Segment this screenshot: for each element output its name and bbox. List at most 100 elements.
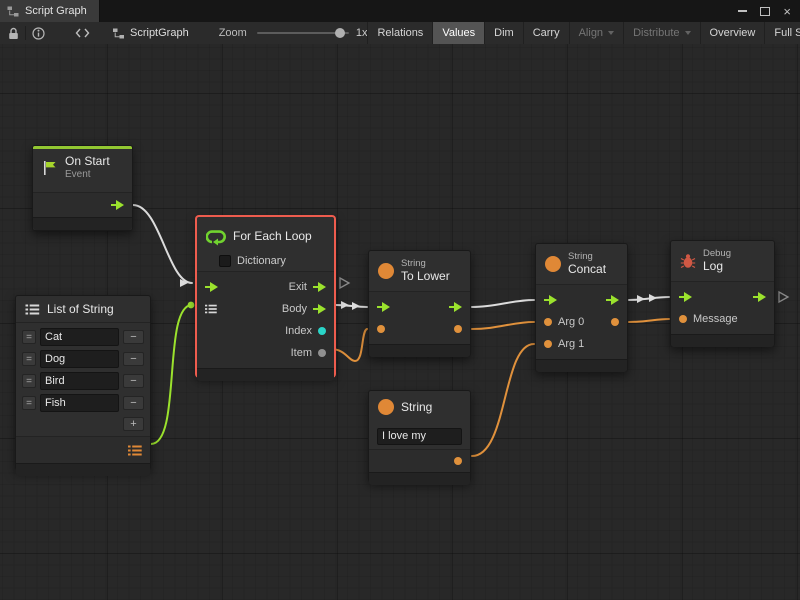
node-title: String: [401, 400, 432, 414]
list-items: = − = − = − = − +: [16, 322, 150, 436]
node-title: List of String: [47, 302, 114, 316]
node-title: Concat: [568, 263, 606, 277]
remove-item-button[interactable]: −: [123, 352, 144, 366]
add-item-button[interactable]: +: [123, 417, 144, 431]
drag-handle[interactable]: =: [22, 396, 36, 410]
arg1-label: Arg 1: [558, 338, 584, 350]
node-title: On Start: [65, 155, 110, 169]
string-value-input[interactable]: [377, 428, 462, 445]
drag-handle[interactable]: =: [22, 352, 36, 366]
distribute-button[interactable]: Distribute: [623, 22, 699, 44]
graph-icon: [112, 28, 125, 39]
flow-out-port[interactable]: [753, 292, 766, 302]
node-footer: [33, 217, 132, 230]
lock-icon[interactable]: [8, 27, 19, 40]
node-debug-log[interactable]: Debug Log Message: [670, 240, 775, 347]
body-port-label: Body: [282, 303, 307, 315]
node-title: For Each Loop: [233, 229, 312, 243]
zoom-value: 1x: [356, 27, 368, 39]
result-output-port[interactable]: [454, 325, 462, 333]
node-on-start[interactable]: On Start Event: [32, 145, 133, 231]
zoom-slider-handle[interactable]: [335, 28, 345, 38]
zoom-slider[interactable]: [257, 22, 349, 44]
flow-in-port[interactable]: [377, 302, 390, 312]
remove-item-button[interactable]: −: [123, 396, 144, 410]
remove-item-button[interactable]: −: [123, 330, 144, 344]
list-icon: [25, 304, 40, 315]
relations-button[interactable]: Relations: [367, 22, 432, 44]
node-footer: [536, 359, 627, 372]
flow-out-port[interactable]: [606, 295, 619, 305]
exit-flow-out-port[interactable]: [313, 282, 326, 292]
close-icon[interactable]: ×: [783, 5, 791, 18]
node-list-of-string[interactable]: List of String = − = − = − = −: [15, 295, 151, 470]
list-item-row: = −: [16, 348, 150, 370]
index-output-port[interactable]: [318, 327, 326, 335]
align-label: Align: [579, 27, 603, 39]
dim-button[interactable]: Dim: [484, 22, 523, 44]
flow-out-port[interactable]: [111, 200, 124, 210]
node-title: Log: [703, 260, 731, 274]
tab-title: Script Graph: [25, 5, 87, 17]
list-item-input[interactable]: [40, 394, 119, 412]
full-screen-button[interactable]: Full Screen: [764, 22, 800, 44]
list-item-row: = −: [16, 370, 150, 392]
flow-in-port[interactable]: [544, 295, 557, 305]
string-type-icon: [545, 256, 561, 272]
tab-script-graph[interactable]: Script Graph: [0, 0, 100, 22]
bug-icon: [680, 253, 696, 269]
window-controls: ×: [738, 5, 800, 18]
values-button[interactable]: Values: [432, 22, 484, 44]
node-for-each-loop[interactable]: For Each Loop Dictionary Exit: [196, 216, 335, 377]
graph-icon: [7, 6, 19, 17]
node-category: Debug: [703, 249, 731, 260]
node-title: To Lower: [401, 270, 450, 284]
overview-button[interactable]: Overview: [700, 22, 765, 44]
node-string-to-lower[interactable]: String To Lower: [368, 250, 471, 357]
body-flow-out-port[interactable]: [313, 304, 326, 314]
code-view-icon[interactable]: [75, 28, 90, 38]
toolbar-divider: [25, 26, 26, 40]
arg0-input-port[interactable]: [544, 318, 552, 326]
dictionary-checkbox[interactable]: [219, 255, 231, 267]
node-footer: [671, 334, 774, 347]
list-item-input[interactable]: [40, 372, 119, 390]
list-item-row: = −: [16, 392, 150, 414]
target-input-port[interactable]: [377, 325, 385, 333]
collection-input-port[interactable]: [205, 304, 217, 314]
arg1-input-port[interactable]: [544, 340, 552, 348]
list-item-input[interactable]: [40, 350, 119, 368]
item-port-label: Item: [291, 347, 312, 359]
node-category: String: [401, 259, 450, 270]
drag-handle[interactable]: =: [22, 374, 36, 388]
item-output-port[interactable]: [318, 349, 326, 357]
node-footer: [197, 368, 334, 381]
node-footer: [369, 344, 470, 357]
flow-in-port[interactable]: [205, 282, 218, 292]
info-icon[interactable]: [32, 27, 45, 40]
chevron-down-icon: [685, 31, 691, 35]
minimize-icon[interactable]: [738, 10, 747, 12]
dictionary-label: Dictionary: [237, 255, 286, 267]
carry-button[interactable]: Carry: [523, 22, 569, 44]
arg0-label: Arg 0: [558, 316, 584, 328]
title-bar: Script Graph ×: [0, 0, 800, 22]
list-item-input[interactable]: [40, 328, 119, 346]
node-footer: [369, 472, 470, 485]
list-output-port[interactable]: [128, 445, 142, 456]
message-input-port[interactable]: [679, 315, 687, 323]
align-button[interactable]: Align: [569, 22, 623, 44]
graph-toolbar: ScriptGraph Zoom 1x Relations Values Dim…: [0, 22, 800, 45]
flow-out-port[interactable]: [449, 302, 462, 312]
node-string-concat[interactable]: String Concat Arg 0 Arg 1: [535, 243, 628, 372]
flow-in-port[interactable]: [679, 292, 692, 302]
breadcrumb-scriptgraph[interactable]: ScriptGraph: [112, 27, 189, 39]
value-output-port[interactable]: [454, 457, 462, 465]
maximize-icon[interactable]: [760, 7, 770, 16]
node-string-literal[interactable]: String: [368, 390, 471, 482]
remove-item-button[interactable]: −: [123, 374, 144, 388]
drag-handle[interactable]: =: [22, 330, 36, 344]
message-label: Message: [693, 313, 738, 325]
result-output-port[interactable]: [611, 318, 619, 326]
list-item-row: = −: [16, 326, 150, 348]
